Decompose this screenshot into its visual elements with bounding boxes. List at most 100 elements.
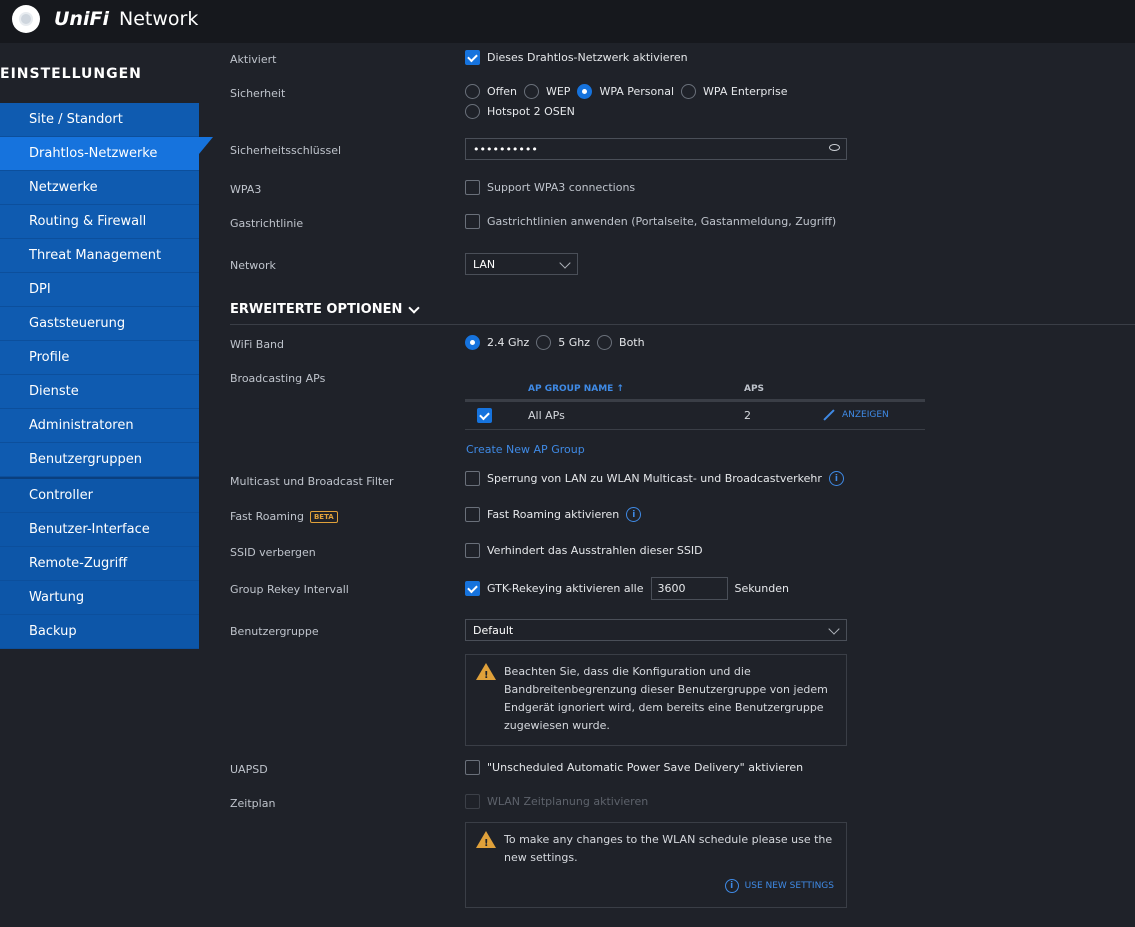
- eye-icon[interactable]: [829, 144, 840, 151]
- sidebar-item-admins[interactable]: Administratoren: [0, 409, 199, 443]
- wpa3-checkbox-row[interactable]: Support WPA3 connections: [465, 180, 635, 195]
- chevron-down-icon: [408, 301, 421, 314]
- usergroup-warning: Beachten Sie, dass die Konfiguration und…: [465, 654, 847, 746]
- chevron-down-icon: [828, 623, 840, 635]
- settings-form: Aktiviert Dieses Drahtlos-Netzwerk aktiv…: [199, 43, 1135, 927]
- advanced-options-toggle[interactable]: ERWEITERTE OPTIONEN: [230, 301, 421, 317]
- security-option-wpa-enterprise[interactable]: WPA Enterprise: [681, 84, 787, 99]
- enable-wlan-label: Dieses Drahtlos-Netzwerk aktivieren: [487, 51, 688, 64]
- rekey-interval-input[interactable]: 3600: [650, 577, 728, 600]
- security-option-wep[interactable]: WEP: [523, 84, 570, 99]
- multicast-checkbox-row[interactable]: Sperrung von LAN zu WLAN Multicast- und …: [465, 471, 844, 486]
- band-option-both[interactable]: Both: [597, 335, 645, 350]
- ap-group-checkbox[interactable]: [477, 408, 492, 423]
- show-aps-button[interactable]: ANZEIGEN: [822, 408, 889, 421]
- uapsd-checkbox[interactable]: [465, 760, 480, 775]
- label-broadcasting: Broadcasting APs: [230, 372, 326, 385]
- sidebar-item-services[interactable]: Dienste: [0, 375, 199, 409]
- usergroup-select[interactable]: Default: [465, 619, 847, 641]
- label-schedule: Zeitplan: [230, 797, 276, 810]
- band-option-5[interactable]: 5 Ghz: [536, 335, 590, 350]
- sidebar-item-backup[interactable]: Backup: [0, 615, 199, 649]
- sidebar-nav: Site / Standort Drahtlos-Netzwerke Netzw…: [0, 103, 213, 649]
- network-select[interactable]: LAN: [465, 253, 578, 275]
- guest-policy-checkbox[interactable]: [465, 214, 480, 229]
- band-option-24[interactable]: 2.4 Ghz: [465, 335, 529, 350]
- beta-badge: BETA: [309, 510, 338, 523]
- label-aktiviert: Aktiviert: [230, 53, 277, 66]
- brand-network: Network: [119, 8, 199, 30]
- sidebar-item-controller[interactable]: Controller: [0, 479, 199, 513]
- radio-icon[interactable]: [523, 84, 539, 99]
- rekey-row: GTK-Rekeying aktivieren alle 3600 Sekund…: [465, 577, 789, 600]
- warning-icon: [476, 663, 496, 685]
- security-option-hotspot[interactable]: Hotspot 2 OSEN: [465, 104, 575, 119]
- unifi-logo-icon[interactable]: [12, 5, 40, 33]
- sidebar-item-threat[interactable]: Threat Management: [0, 239, 199, 273]
- top-bar: UniFi Network: [0, 0, 1135, 43]
- guest-policy-checkbox-row[interactable]: Gastrichtlinien anwenden (Portalseite, G…: [465, 214, 836, 229]
- security-radio-group: Offen WEP WPA Personal WPA Enterprise: [465, 84, 794, 99]
- label-rekey: Group Rekey Intervall: [230, 583, 349, 596]
- radio-icon[interactable]: [465, 84, 480, 99]
- label-hide-ssid: SSID verbergen: [230, 546, 316, 559]
- sidebar-item-wireless[interactable]: Drahtlos-Netzwerke: [0, 137, 213, 171]
- label-network: Network: [230, 259, 276, 272]
- pencil-icon: [823, 408, 835, 421]
- radio-selected-icon[interactable]: [465, 335, 480, 350]
- app-brand: UniFi Network: [54, 8, 198, 30]
- schedule-checkbox-row: WLAN Zeitplanung aktivieren: [465, 794, 648, 809]
- warning-icon: [476, 831, 496, 853]
- sidebar-item-usergroups[interactable]: Benutzergruppen: [0, 443, 199, 477]
- fast-roaming-checkbox-row[interactable]: Fast Roaming aktivieren i: [465, 507, 642, 522]
- sidebar-item-site[interactable]: Site / Standort: [0, 103, 199, 137]
- col-aps[interactable]: APS: [744, 384, 764, 394]
- wpa3-checkbox[interactable]: [465, 180, 480, 195]
- sidebar-item-maintenance[interactable]: Wartung: [0, 581, 199, 615]
- radio-icon[interactable]: [465, 104, 480, 119]
- brand-unifi: UniFi: [54, 8, 109, 30]
- sidebar: EINSTELLUNGEN Site / Standort Drahtlos-N…: [0, 43, 213, 927]
- schedule-checkbox: [465, 794, 480, 809]
- sidebar-item-networks[interactable]: Netzwerke: [0, 171, 199, 205]
- uapsd-checkbox-row[interactable]: "Unscheduled Automatic Power Save Delive…: [465, 760, 803, 775]
- security-option-wpa-personal[interactable]: WPA Personal: [577, 84, 674, 99]
- radio-icon[interactable]: [597, 335, 613, 350]
- radio-selected-icon[interactable]: [577, 84, 593, 99]
- fast-roaming-checkbox[interactable]: [465, 507, 480, 522]
- enable-wlan-checkbox-row[interactable]: Dieses Drahtlos-Netzwerk aktivieren: [465, 50, 688, 65]
- hide-ssid-checkbox-row[interactable]: Verhindert das Ausstrahlen dieser SSID: [465, 543, 703, 558]
- table-row: All APs 2 ANZEIGEN: [465, 399, 925, 430]
- info-icon: i: [724, 879, 739, 893]
- sidebar-item-remote[interactable]: Remote-Zugriff: [0, 547, 199, 581]
- label-multicast: Multicast und Broadcast Filter: [230, 475, 394, 488]
- label-wpa3: WPA3: [230, 183, 262, 196]
- radio-icon[interactable]: [681, 84, 697, 99]
- ap-group-name: All APs: [528, 409, 565, 422]
- sidebar-item-routing[interactable]: Routing & Firewall: [0, 205, 199, 239]
- label-usergroup: Benutzergruppe: [230, 625, 319, 638]
- rekey-checkbox[interactable]: [465, 581, 480, 596]
- schedule-warning: To make any changes to the WLAN schedule…: [465, 822, 847, 908]
- col-ap-group-name[interactable]: AP GROUP NAME ↑: [528, 384, 624, 394]
- create-ap-group-link[interactable]: Create New AP Group: [466, 443, 585, 456]
- label-wifi-band: WiFi Band: [230, 338, 285, 351]
- use-new-settings-link[interactable]: i USE NEW SETTINGS: [724, 877, 834, 895]
- sidebar-item-profiles[interactable]: Profile: [0, 341, 199, 375]
- radio-icon[interactable]: [536, 335, 552, 350]
- info-icon[interactable]: i: [626, 507, 642, 522]
- sidebar-item-guest[interactable]: Gaststeuerung: [0, 307, 199, 341]
- security-key-input[interactable]: ••••••••••: [465, 138, 847, 160]
- label-guest-policy: Gastrichtlinie: [230, 217, 304, 230]
- security-option-open[interactable]: Offen: [465, 84, 517, 99]
- multicast-checkbox[interactable]: [465, 471, 480, 486]
- hide-ssid-checkbox[interactable]: [465, 543, 480, 558]
- label-fast-roaming: Fast Roaming BETA: [230, 510, 338, 523]
- sidebar-item-ui[interactable]: Benutzer-Interface: [0, 513, 199, 547]
- sidebar-title: EINSTELLUNGEN: [0, 66, 142, 82]
- ap-count: 2: [744, 409, 751, 422]
- sidebar-item-dpi[interactable]: DPI: [0, 273, 199, 307]
- info-icon[interactable]: i: [828, 471, 844, 486]
- section-divider: [230, 324, 1135, 325]
- enable-wlan-checkbox[interactable]: [465, 50, 480, 65]
